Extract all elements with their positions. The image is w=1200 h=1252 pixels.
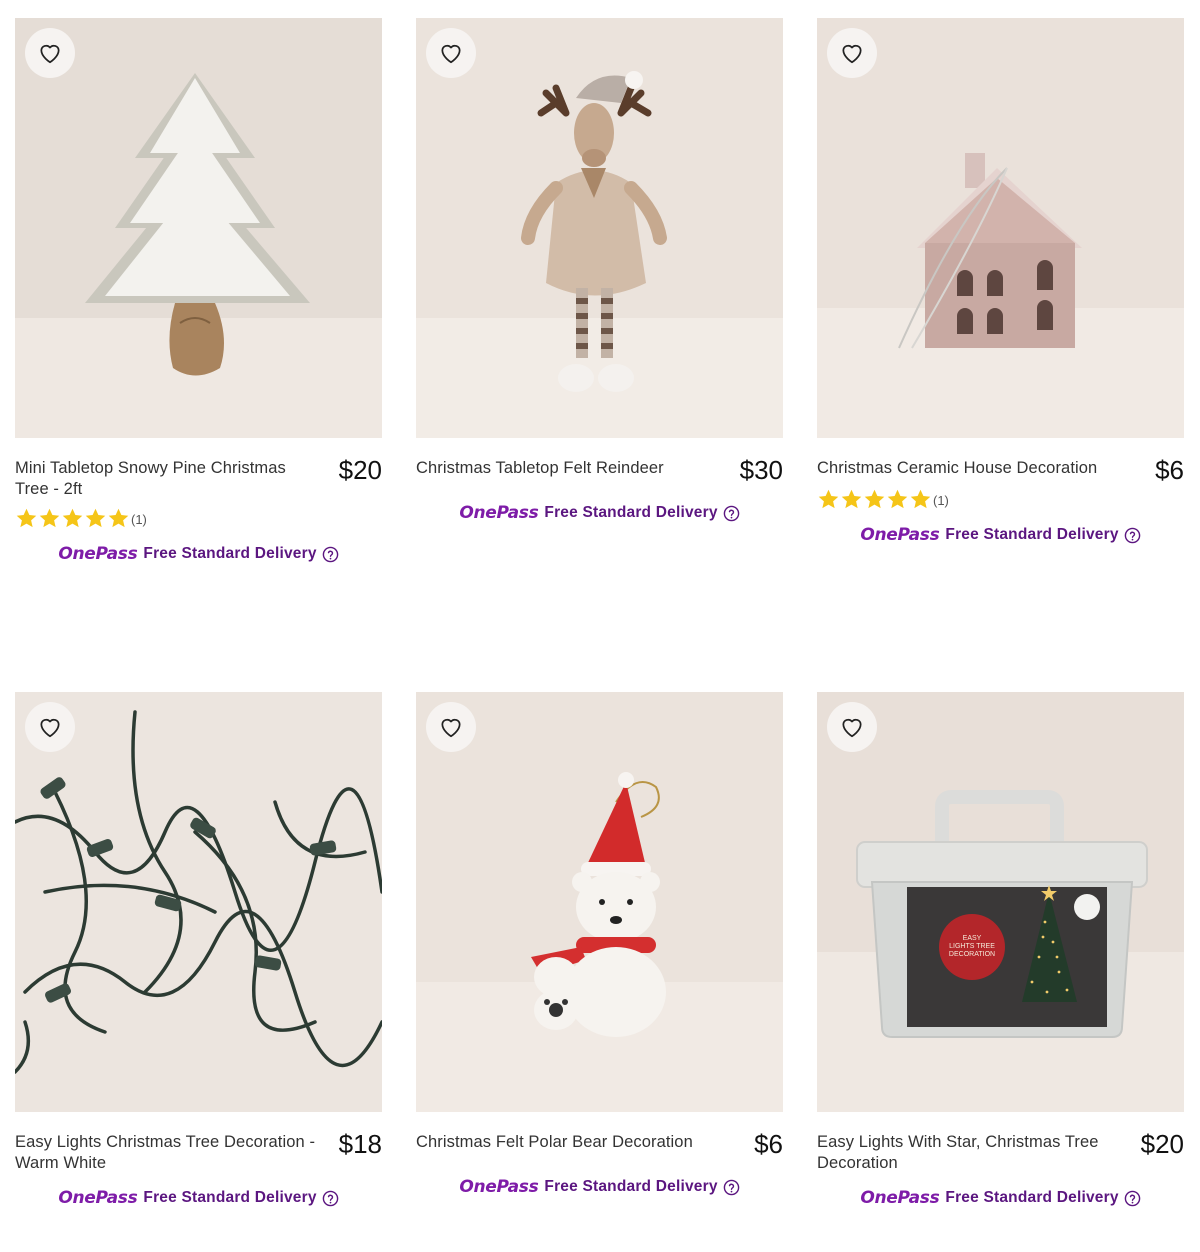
product-price: $6 (754, 1129, 783, 1159)
wishlist-button[interactable] (827, 28, 877, 78)
delivery-text: Free Standard Delivery (544, 1178, 718, 1195)
lights-box-label-line: DECORATION (949, 951, 995, 958)
heart-outline-icon (441, 44, 461, 64)
product-image[interactable] (416, 692, 783, 1112)
product-title[interactable]: Christmas Tabletop Felt Reindeer (416, 458, 721, 479)
wishlist-button[interactable] (827, 702, 877, 752)
heart-outline-icon (441, 718, 461, 738)
star-icon (16, 508, 37, 527)
product-price: $18 (338, 1129, 382, 1159)
product-title[interactable]: Mini Tabletop Snowy Pine Christmas Tree … (15, 458, 320, 500)
heart-outline-icon (842, 44, 862, 64)
question-circle-icon[interactable] (723, 505, 740, 522)
star-icon (864, 489, 885, 508)
onepass-delivery: OnePass Free Standard Delivery (15, 544, 382, 564)
product-title[interactable]: Easy Lights Christmas Tree Decoration - … (15, 1132, 320, 1174)
star-icon (887, 489, 908, 508)
onepass-logo: OnePass (459, 503, 539, 523)
rating-stars (817, 488, 932, 511)
star-icon (910, 489, 931, 508)
question-circle-icon[interactable] (322, 546, 339, 563)
question-circle-icon[interactable] (322, 1190, 339, 1207)
snowy-pine-tree-image (15, 18, 382, 438)
heart-outline-icon (842, 718, 862, 738)
onepass-delivery: OnePass Free Standard Delivery (15, 1188, 382, 1208)
delivery-text: Free Standard Delivery (945, 1189, 1119, 1206)
product-card[interactable]: Christmas Tabletop Felt Reindeer $30 One… (416, 18, 783, 523)
delivery-text: Free Standard Delivery (945, 526, 1119, 543)
onepass-delivery: OnePass Free Standard Delivery (416, 503, 783, 523)
product-title[interactable]: Christmas Ceramic House Decoration (817, 458, 1122, 479)
product-image[interactable] (15, 18, 382, 438)
product-image[interactable]: EASY LIGHTS TREE DECORATION (817, 692, 1184, 1112)
wishlist-button[interactable] (25, 28, 75, 78)
star-icon (841, 489, 862, 508)
delivery-text: Free Standard Delivery (544, 504, 718, 521)
felt-reindeer-image (416, 18, 783, 438)
question-circle-icon[interactable] (723, 1179, 740, 1196)
star-icon (85, 508, 106, 527)
product-card[interactable]: Mini Tabletop Snowy Pine Christmas Tree … (15, 18, 382, 564)
product-price: $30 (739, 455, 783, 485)
lights-box-label-line: LIGHTS TREE (949, 943, 995, 950)
onepass-delivery: OnePass Free Standard Delivery (817, 525, 1184, 545)
product-rating[interactable]: (1) (817, 487, 1184, 511)
wishlist-button[interactable] (426, 28, 476, 78)
rating-count: (1) (131, 512, 147, 527)
question-circle-icon[interactable] (1124, 527, 1141, 544)
product-card[interactable]: Christmas Ceramic House Decoration $6 (1… (817, 18, 1184, 545)
wishlist-button[interactable] (426, 702, 476, 752)
rating-stars (15, 507, 130, 530)
question-circle-icon[interactable] (1124, 1190, 1141, 1207)
product-price: $20 (1140, 1129, 1184, 1159)
lights-box-image: EASY LIGHTS TREE DECORATION (817, 692, 1184, 1112)
delivery-text: Free Standard Delivery (143, 545, 317, 562)
onepass-delivery: OnePass Free Standard Delivery (817, 1188, 1184, 1208)
heart-outline-icon (40, 718, 60, 738)
lights-box-label-line: EASY (963, 935, 982, 942)
product-price: $20 (338, 455, 382, 485)
product-rating[interactable]: (1) (15, 506, 382, 530)
product-image[interactable] (817, 18, 1184, 438)
ceramic-house-image (817, 18, 1184, 438)
delivery-text: Free Standard Delivery (143, 1189, 317, 1206)
heart-outline-icon (40, 44, 60, 64)
star-icon (108, 508, 129, 527)
onepass-logo: OnePass (459, 1177, 539, 1197)
onepass-logo: OnePass (58, 544, 138, 564)
product-image[interactable] (416, 18, 783, 438)
product-image[interactable] (15, 692, 382, 1112)
product-card[interactable]: Easy Lights Christmas Tree Decoration - … (15, 692, 382, 1208)
onepass-logo: OnePass (860, 525, 940, 545)
wishlist-button[interactable] (25, 702, 75, 752)
product-price: $6 (1155, 455, 1184, 485)
onepass-logo: OnePass (860, 1188, 940, 1208)
product-card[interactable]: Christmas Felt Polar Bear Decoration $6 … (416, 692, 783, 1197)
rating-count: (1) (933, 493, 949, 508)
star-icon (39, 508, 60, 527)
onepass-delivery: OnePass Free Standard Delivery (416, 1177, 783, 1197)
onepass-logo: OnePass (58, 1188, 138, 1208)
felt-polar-bear-image (416, 692, 783, 1112)
star-icon (818, 489, 839, 508)
product-title[interactable]: Christmas Felt Polar Bear Decoration (416, 1132, 721, 1153)
product-title[interactable]: Easy Lights With Star, Christmas Tree De… (817, 1132, 1122, 1174)
string-lights-image (15, 692, 382, 1112)
product-card[interactable]: EASY LIGHTS TREE DECORATION Easy Lights … (817, 692, 1184, 1208)
star-icon (62, 508, 83, 527)
